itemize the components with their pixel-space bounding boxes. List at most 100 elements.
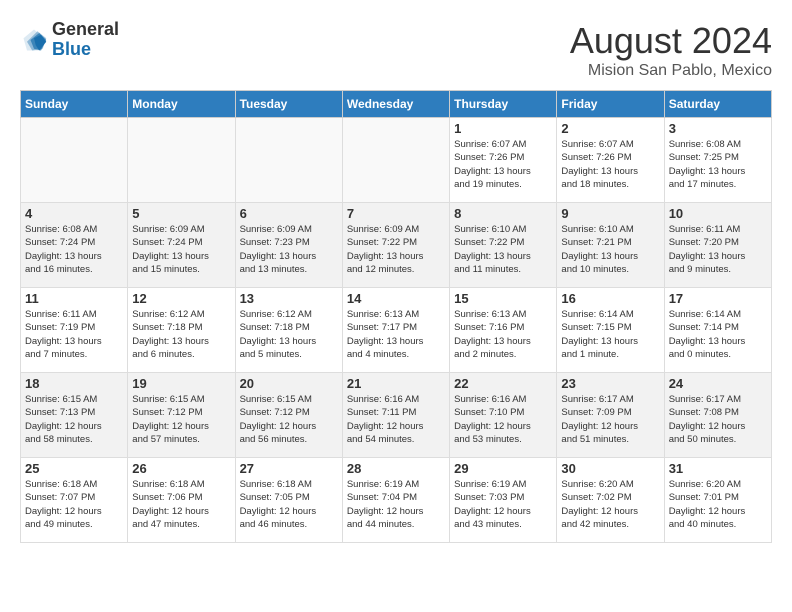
day-info: Sunrise: 6:09 AM Sunset: 7:24 PM Dayligh… xyxy=(132,223,230,276)
day-info: Sunrise: 6:11 AM Sunset: 7:19 PM Dayligh… xyxy=(25,308,123,361)
calendar-cell: 26 Sunrise: 6:18 AM Sunset: 7:06 PM Dayli… xyxy=(128,458,235,543)
day-number: 19 xyxy=(132,376,230,391)
day-info: Sunrise: 6:17 AM Sunset: 7:08 PM Dayligh… xyxy=(669,393,767,446)
calendar-cell: 22 Sunrise: 6:16 AM Sunset: 7:10 PM Dayli… xyxy=(450,373,557,458)
day-number: 27 xyxy=(240,461,338,476)
main-title: August 2024 xyxy=(570,20,772,62)
day-number: 10 xyxy=(669,206,767,221)
calendar-cell: 5Sunrise: 6:09 AM Sunset: 7:24 PM Daylig… xyxy=(128,203,235,288)
calendar-cell: 11 Sunrise: 6:11 AM Sunset: 7:19 PM Dayli… xyxy=(21,288,128,373)
day-number: 26 xyxy=(132,461,230,476)
logo-general: General xyxy=(52,20,119,40)
calendar-cell xyxy=(235,118,342,203)
day-number: 17 xyxy=(669,291,767,306)
day-info: Sunrise: 6:07 AM Sunset: 7:26 PM Dayligh… xyxy=(561,138,659,191)
day-info: Sunrise: 6:12 AM Sunset: 7:18 PM Dayligh… xyxy=(240,308,338,361)
calendar-cell: 25Sunrise: 6:18 AM Sunset: 7:07 PM Dayli… xyxy=(21,458,128,543)
day-number: 30 xyxy=(561,461,659,476)
calendar-body: 1 Sunrise: 6:07 AM Sunset: 7:26 PM Daylig… xyxy=(21,118,772,543)
logo-icon xyxy=(20,26,48,54)
calendar-cell: 13 Sunrise: 6:12 AM Sunset: 7:18 PM Dayli… xyxy=(235,288,342,373)
day-number: 14 xyxy=(347,291,445,306)
day-number: 11 xyxy=(25,291,123,306)
day-info: Sunrise: 6:08 AM Sunset: 7:25 PM Dayligh… xyxy=(669,138,767,191)
calendar-cell: 7 Sunrise: 6:09 AM Sunset: 7:22 PM Daylig… xyxy=(342,203,449,288)
day-number: 7 xyxy=(347,206,445,221)
calendar-cell: 4Sunrise: 6:08 AM Sunset: 7:24 PM Daylig… xyxy=(21,203,128,288)
day-number: 20 xyxy=(240,376,338,391)
days-of-week-row: SundayMondayTuesdayWednesdayThursdayFrid… xyxy=(21,91,772,118)
day-info: Sunrise: 6:11 AM Sunset: 7:20 PM Dayligh… xyxy=(669,223,767,276)
calendar-cell xyxy=(21,118,128,203)
day-info: Sunrise: 6:13 AM Sunset: 7:16 PM Dayligh… xyxy=(454,308,552,361)
calendar-week-row: 11 Sunrise: 6:11 AM Sunset: 7:19 PM Dayli… xyxy=(21,288,772,373)
day-number: 29 xyxy=(454,461,552,476)
calendar-week-row: 4Sunrise: 6:08 AM Sunset: 7:24 PM Daylig… xyxy=(21,203,772,288)
day-info: Sunrise: 6:10 AM Sunset: 7:21 PM Dayligh… xyxy=(561,223,659,276)
day-info: Sunrise: 6:07 AM Sunset: 7:26 PM Dayligh… xyxy=(454,138,552,191)
day-info: Sunrise: 6:10 AM Sunset: 7:22 PM Dayligh… xyxy=(454,223,552,276)
day-number: 15 xyxy=(454,291,552,306)
calendar-cell: 20Sunrise: 6:15 AM Sunset: 7:12 PM Dayli… xyxy=(235,373,342,458)
day-of-week-header: Friday xyxy=(557,91,664,118)
calendar-cell: 29 Sunrise: 6:19 AM Sunset: 7:03 PM Dayli… xyxy=(450,458,557,543)
calendar-cell: 15 Sunrise: 6:13 AM Sunset: 7:16 PM Dayli… xyxy=(450,288,557,373)
calendar-cell: 12 Sunrise: 6:12 AM Sunset: 7:18 PM Dayli… xyxy=(128,288,235,373)
day-number: 22 xyxy=(454,376,552,391)
calendar-cell: 14 Sunrise: 6:13 AM Sunset: 7:17 PM Dayli… xyxy=(342,288,449,373)
day-number: 1 xyxy=(454,121,552,136)
calendar-cell: 27 Sunrise: 6:18 AM Sunset: 7:05 PM Dayli… xyxy=(235,458,342,543)
calendar-cell: 21Sunrise: 6:16 AM Sunset: 7:11 PM Dayli… xyxy=(342,373,449,458)
day-info: Sunrise: 6:16 AM Sunset: 7:10 PM Dayligh… xyxy=(454,393,552,446)
day-info: Sunrise: 6:18 AM Sunset: 7:06 PM Dayligh… xyxy=(132,478,230,531)
day-number: 21 xyxy=(347,376,445,391)
day-of-week-header: Sunday xyxy=(21,91,128,118)
calendar-cell: 1 Sunrise: 6:07 AM Sunset: 7:26 PM Daylig… xyxy=(450,118,557,203)
calendar-cell: 18Sunrise: 6:15 AM Sunset: 7:13 PM Dayli… xyxy=(21,373,128,458)
day-number: 23 xyxy=(561,376,659,391)
calendar-cell: 19Sunrise: 6:15 AM Sunset: 7:12 PM Dayli… xyxy=(128,373,235,458)
day-info: Sunrise: 6:09 AM Sunset: 7:22 PM Dayligh… xyxy=(347,223,445,276)
calendar-cell: 16Sunrise: 6:14 AM Sunset: 7:15 PM Dayli… xyxy=(557,288,664,373)
calendar-cell: 28Sunrise: 6:19 AM Sunset: 7:04 PM Dayli… xyxy=(342,458,449,543)
logo-text: General Blue xyxy=(52,20,119,60)
day-info: Sunrise: 6:13 AM Sunset: 7:17 PM Dayligh… xyxy=(347,308,445,361)
day-number: 4 xyxy=(25,206,123,221)
day-number: 6 xyxy=(240,206,338,221)
calendar-cell: 3Sunrise: 6:08 AM Sunset: 7:25 PM Daylig… xyxy=(664,118,771,203)
calendar-cell: 31Sunrise: 6:20 AM Sunset: 7:01 PM Dayli… xyxy=(664,458,771,543)
calendar-cell: 17 Sunrise: 6:14 AM Sunset: 7:14 PM Dayli… xyxy=(664,288,771,373)
day-of-week-header: Saturday xyxy=(664,91,771,118)
title-section: August 2024 Mision San Pablo, Mexico xyxy=(570,20,772,80)
calendar-cell: 30 Sunrise: 6:20 AM Sunset: 7:02 PM Dayli… xyxy=(557,458,664,543)
day-info: Sunrise: 6:14 AM Sunset: 7:15 PM Dayligh… xyxy=(561,308,659,361)
page-header: General Blue August 2024 Mision San Pabl… xyxy=(20,20,772,80)
day-info: Sunrise: 6:09 AM Sunset: 7:23 PM Dayligh… xyxy=(240,223,338,276)
day-info: Sunrise: 6:14 AM Sunset: 7:14 PM Dayligh… xyxy=(669,308,767,361)
day-number: 31 xyxy=(669,461,767,476)
calendar-week-row: 1 Sunrise: 6:07 AM Sunset: 7:26 PM Daylig… xyxy=(21,118,772,203)
logo: General Blue xyxy=(20,20,119,60)
calendar-cell: 6 Sunrise: 6:09 AM Sunset: 7:23 PM Daylig… xyxy=(235,203,342,288)
day-number: 13 xyxy=(240,291,338,306)
day-of-week-header: Tuesday xyxy=(235,91,342,118)
day-number: 25 xyxy=(25,461,123,476)
calendar-cell: 10 Sunrise: 6:11 AM Sunset: 7:20 PM Dayli… xyxy=(664,203,771,288)
day-number: 2 xyxy=(561,121,659,136)
day-number: 18 xyxy=(25,376,123,391)
day-info: Sunrise: 6:19 AM Sunset: 7:03 PM Dayligh… xyxy=(454,478,552,531)
day-info: Sunrise: 6:12 AM Sunset: 7:18 PM Dayligh… xyxy=(132,308,230,361)
day-number: 8 xyxy=(454,206,552,221)
day-of-week-header: Monday xyxy=(128,91,235,118)
day-number: 12 xyxy=(132,291,230,306)
day-of-week-header: Wednesday xyxy=(342,91,449,118)
calendar-cell xyxy=(342,118,449,203)
calendar-cell xyxy=(128,118,235,203)
day-number: 24 xyxy=(669,376,767,391)
calendar-cell: 23Sunrise: 6:17 AM Sunset: 7:09 PM Dayli… xyxy=(557,373,664,458)
day-info: Sunrise: 6:18 AM Sunset: 7:05 PM Dayligh… xyxy=(240,478,338,531)
calendar-cell: 2 Sunrise: 6:07 AM Sunset: 7:26 PM Daylig… xyxy=(557,118,664,203)
day-info: Sunrise: 6:20 AM Sunset: 7:02 PM Dayligh… xyxy=(561,478,659,531)
calendar-week-row: 25Sunrise: 6:18 AM Sunset: 7:07 PM Dayli… xyxy=(21,458,772,543)
calendar-cell: 8 Sunrise: 6:10 AM Sunset: 7:22 PM Daylig… xyxy=(450,203,557,288)
